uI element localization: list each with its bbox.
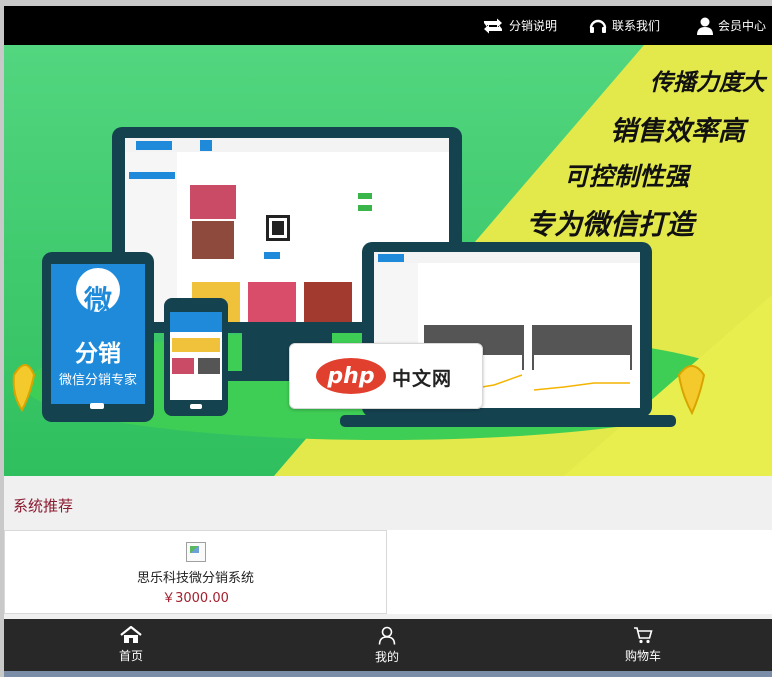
nav-home[interactable]: 首页 (81, 619, 181, 671)
nav-cart-label: 购物车 (624, 649, 661, 663)
php-watermark: php 中文网 (289, 343, 483, 409)
slogan-2: 销售效率高 (610, 116, 745, 147)
empty-card-slot (387, 530, 772, 614)
nav-profile-label: 我的 (374, 649, 399, 664)
slogan-1: 传播力度大 (650, 69, 765, 96)
cart-icon (634, 627, 653, 644)
nav-cart[interactable]: 购物车 (593, 619, 693, 671)
section-title: 系统推荐 (13, 497, 74, 515)
nav-profile[interactable]: 我的 (337, 619, 437, 671)
page: 分销说明 联系我们 会员中心 传播力度大 销售效率高 可控制性强 专为微信打造 … (4, 6, 772, 677)
php-logo: php (316, 358, 386, 394)
bottom-nav: 首页 我的 购物车 (4, 619, 772, 671)
distribution-info-link[interactable]: 分销说明 (482, 6, 557, 45)
tablet-logo-char: 微 (83, 284, 112, 317)
taskbar-strip (4, 671, 772, 677)
broken-image-icon (186, 542, 206, 562)
member-center-link[interactable]: 会员中心 (697, 6, 766, 45)
top-bar: 分销说明 联系我们 会员中心 (4, 6, 772, 45)
promo-banner[interactable]: 传播力度大 销售效率高 可控制性强 专为微信打造 微 分销 微信分销专家 php… (4, 45, 772, 476)
tablet-caption: 微信分销专家 (58, 373, 137, 388)
home-icon (120, 626, 142, 643)
member-center-label: 会员中心 (718, 19, 767, 33)
product-name: 思乐科技微分销系统 (136, 571, 254, 586)
slogan-4: 专为微信打造 (526, 208, 695, 241)
section-header: 系统推荐 (4, 476, 772, 530)
php-logo-text: 中文网 (392, 368, 453, 390)
contact-us-label: 联系我们 (612, 19, 661, 33)
profile-icon (378, 626, 396, 645)
distribution-info-label: 分销说明 (509, 19, 558, 33)
product-price: ￥3000.00 (162, 591, 229, 606)
contact-us-link[interactable]: 联系我们 (589, 6, 660, 45)
retweet-icon (484, 18, 502, 33)
tablet-logo-word: 分销 (75, 341, 121, 367)
product-card[interactable]: 思乐科技微分销系统 ￥3000.00 (4, 530, 387, 614)
headset-icon (589, 19, 607, 33)
slogan-3: 可控制性强 (564, 162, 690, 191)
nav-home-label: 首页 (118, 649, 143, 663)
user-icon (697, 17, 713, 35)
